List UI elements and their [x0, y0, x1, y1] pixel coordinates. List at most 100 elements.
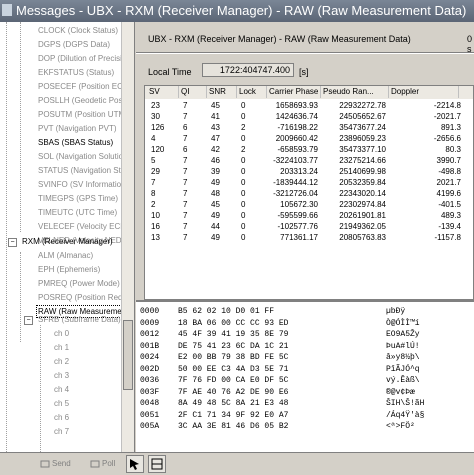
table-cell: 2021.7: [436, 178, 461, 187]
table-header-cell[interactable]: Pseudo Ran...: [321, 86, 389, 98]
tree-item-dgps[interactable]: DGPS (DGPS Data): [38, 39, 110, 50]
table-header-cell[interactable]: Lock: [237, 86, 267, 98]
table-row[interactable]: 16 7 44 0 -102577.76 21949362.05 -139.4: [145, 221, 473, 232]
table-cell: -3212726.04: [273, 189, 318, 198]
hex-address: 005A: [140, 422, 160, 431]
send-icon: [40, 459, 50, 469]
table-cell: 80.3: [445, 145, 461, 154]
tree-scrollbar-thumb[interactable]: [123, 320, 133, 390]
table-row[interactable]: 13 7 49 0 771361.17 20805763.83 -1157.8: [145, 232, 473, 243]
tree-scrollbar[interactable]: [121, 22, 134, 452]
table-cell: 43: [211, 123, 220, 132]
send-button[interactable]: Send: [40, 457, 71, 471]
app-icon: [2, 4, 12, 16]
tree-item-rxm[interactable]: RXM (Receiver Manager): [22, 236, 113, 247]
tree-item-alm[interactable]: ALM (Almanac): [38, 250, 93, 261]
table-cell: 47: [211, 134, 220, 143]
table-cell: 45: [211, 200, 220, 209]
tree-item-dop[interactable]: DOP (Dilution of Precision): [38, 53, 133, 64]
table-header-cell[interactable]: Carrier Phase: [267, 86, 321, 98]
tree-item-velecef[interactable]: VELECEF (Velocity ECEF): [38, 221, 133, 232]
table-cell: 0: [241, 178, 246, 187]
table-header-cell[interactable]: SNR: [207, 86, 237, 98]
message-tree[interactable]: CLOCK (Clock Status) DGPS (DGPS Data) DO…: [0, 22, 135, 452]
table-cell: 22932272.78: [339, 101, 386, 110]
hex-ascii: EO9A5Žy: [386, 330, 420, 339]
tree-item-posutm[interactable]: POSUTM (Position UTM): [38, 109, 128, 120]
table-cell: -139.4: [438, 222, 461, 231]
table-row[interactable]: 120 6 42 2 -658593.79 35473377.10 80.3: [145, 144, 473, 155]
table-cell: 20261901.81: [339, 211, 386, 220]
hex-bytes: 7F 76 FD 00 CA E0 DF 5C: [178, 376, 289, 385]
hex-address: 0051: [140, 410, 160, 420]
tree-item-sol[interactable]: SOL (Navigation Solution): [38, 151, 130, 162]
table-cell: 20805763.83: [339, 233, 386, 242]
table-row[interactable]: 23 7 45 0 1658693.93 22932272.78 -2214.8: [145, 100, 473, 111]
table-header-cell[interactable]: SV: [147, 86, 179, 98]
table-cell: 29: [151, 167, 160, 176]
table-cell: -102577.76: [277, 222, 318, 231]
tree-item-timegps[interactable]: TIMEGPS (GPS Time): [38, 193, 118, 204]
layout-tool-button[interactable]: [148, 455, 166, 473]
table-cell: 10: [151, 211, 160, 220]
table-row[interactable]: 4 7 47 0 2009660.42 23896059.23 -2656.6: [145, 133, 473, 144]
table-row[interactable]: 30 7 41 0 1424636.74 24505652.67 -2021.7: [145, 111, 473, 122]
tree-item-sbas[interactable]: SBAS (SBAS Status): [38, 137, 113, 148]
table-cell: -3224103.77: [273, 156, 318, 165]
table-row[interactable]: 8 7 48 0 -3212726.04 22343020.14 4199.6: [145, 188, 473, 199]
table-header: SV QI SNR Lock Carrier Phase Pseudo Ran... Dop…: [145, 86, 473, 99]
table-header-cell[interactable]: Doppler: [389, 86, 459, 98]
hex-bytes: 7F AE 40 76 A2 DE 90 E6: [178, 387, 289, 397]
sfrb-collapse-toggle[interactable]: −: [24, 316, 33, 325]
tree-item-timeutc[interactable]: TIMEUTC (UTC Time): [38, 207, 117, 218]
poll-button[interactable]: Poll: [90, 457, 115, 471]
tree-item-pmreq[interactable]: PMREQ (Power Mode): [38, 278, 120, 289]
table-cell: 35473677.24: [339, 123, 386, 132]
tree-item-ch7[interactable]: ch 7: [54, 426, 69, 437]
table-cell: 0: [241, 222, 246, 231]
message-detail-panel: UBX - RXM (Receiver Manager) - RAW (Raw …: [136, 22, 474, 300]
table-cell: -595599.66: [277, 211, 318, 220]
table-cell: 891.3: [440, 123, 461, 132]
raw-measurement-table[interactable]: SV QI SNR Lock Carrier Phase Pseudo Ran... Dop…: [144, 85, 474, 300]
tree-item-clock[interactable]: CLOCK (Clock Status): [38, 25, 118, 36]
table-cell: 8: [151, 189, 156, 198]
table-row[interactable]: 126 6 43 2 -716198.22 35473677.24 891.3: [145, 122, 473, 133]
tree-item-eph[interactable]: EPH (Ephemeris): [38, 264, 100, 275]
table-row[interactable]: 29 7 39 0 203313.24 25140699.98 -498.8: [145, 166, 473, 177]
tree-item-ch6[interactable]: ch 6: [54, 412, 69, 423]
table-row[interactable]: 10 7 49 0 -595599.66 20261901.81 489.3: [145, 210, 473, 221]
tree-item-ekfstatus[interactable]: EKFSTATUS (Status): [38, 67, 114, 78]
tree-item-ch0[interactable]: ch 0: [54, 328, 69, 339]
poll-icon: [90, 459, 100, 469]
hex-address: 0012: [140, 330, 160, 339]
table-cell: 0: [241, 134, 246, 143]
tree-item-ch2[interactable]: ch 2: [54, 356, 69, 367]
table-cell: 0: [241, 167, 246, 176]
tree-item-svinfo[interactable]: SVINFO (SV Information): [38, 179, 128, 190]
hex-ascii: vý.Êàß\: [386, 376, 420, 385]
pick-tool-button[interactable]: [126, 455, 144, 473]
hex-ascii: /Áq4Ÿ'à§: [386, 410, 425, 420]
table-cell: -2656.6: [433, 134, 461, 143]
table-cell: 25140699.98: [339, 167, 386, 176]
table-header-cell[interactable]: QI: [179, 86, 207, 98]
tree-item-ch4[interactable]: ch 4: [54, 384, 69, 395]
table-row[interactable]: 7 7 49 0 -1839444.12 20532359.84 2021.7: [145, 177, 473, 188]
window-title-bar: Messages - UBX - RXM (Receiver Manager) …: [0, 0, 474, 22]
tree-item-ch1[interactable]: ch 1: [54, 342, 69, 353]
hex-address: 002D: [140, 364, 160, 374]
rxm-collapse-toggle[interactable]: −: [8, 238, 17, 247]
table-cell: 2009660.42: [275, 134, 318, 143]
tree-item-ch5[interactable]: ch 5: [54, 398, 69, 409]
hex-ascii: <ª>FÖ²: [386, 422, 415, 431]
hex-ascii: µbÐÿ: [386, 307, 406, 316]
hex-dump-view[interactable]: 0000 B5 62 02 10 D0 01 FF µbÐÿ 0009 18 BA 06…: [136, 300, 474, 454]
tree-item-sfrb[interactable]: SFRB (Subframe Data): [38, 314, 121, 325]
tree-item-pvt[interactable]: PVT (Navigation PVT): [38, 123, 117, 134]
table-cell: 105672.30: [280, 200, 318, 209]
tree-item-ch3[interactable]: ch 3: [54, 370, 69, 381]
hex-bytes: 18 BA 06 00 CC CC 93 ED: [178, 318, 289, 328]
table-row[interactable]: 5 7 46 0 -3224103.77 23275214.66 3990.7: [145, 155, 473, 166]
table-row[interactable]: 2 7 45 0 105672.30 22302974.84 -401.5: [145, 199, 473, 210]
